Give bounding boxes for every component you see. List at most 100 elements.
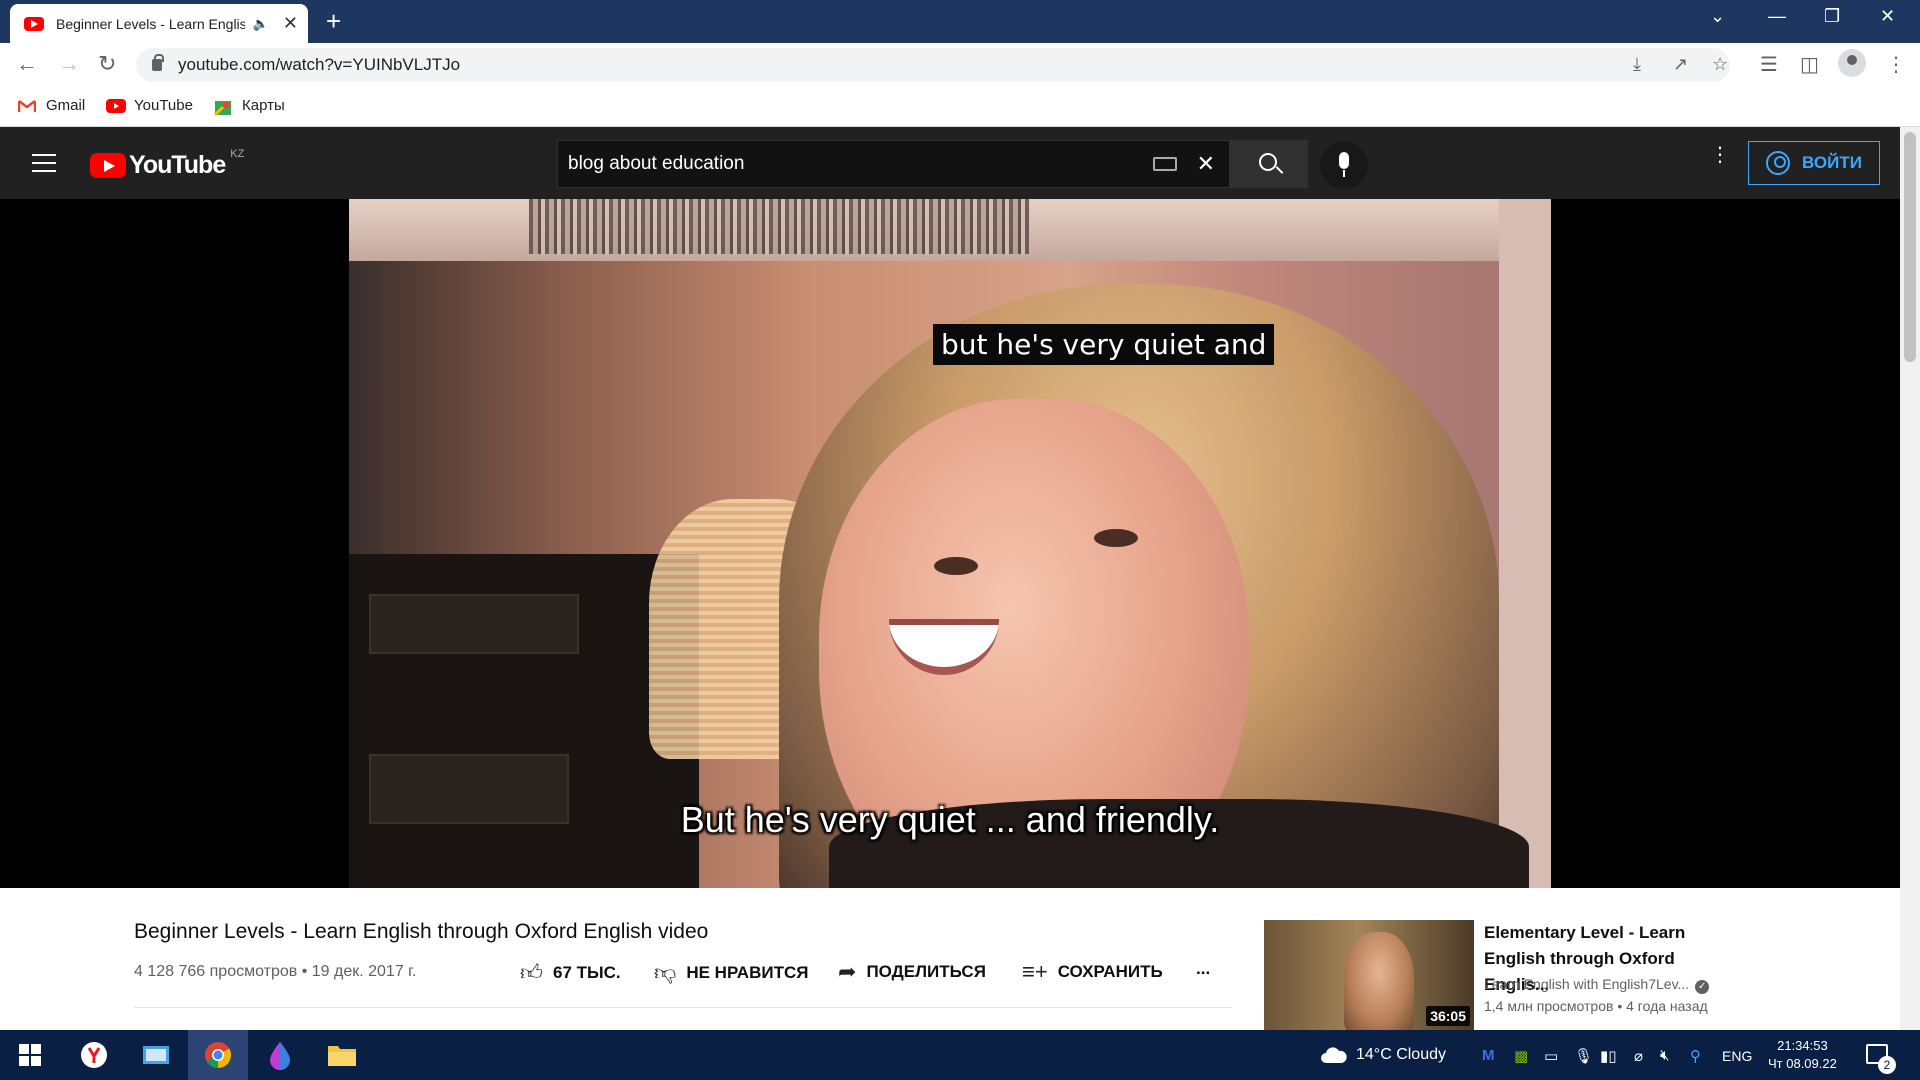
bookmark-label: Gmail [46, 97, 86, 114]
video-frame[interactable]: but he's very quiet and But he's very qu… [349, 199, 1551, 888]
bookmark-label: Карты [242, 97, 285, 114]
battery-icon[interactable]: ▮▯ [1600, 1047, 1617, 1065]
taskbar-file-explorer[interactable] [312, 1030, 372, 1080]
language-indicator[interactable]: ENG [1722, 1048, 1752, 1064]
bookmark-gmail[interactable]: Gmail [17, 97, 86, 114]
clear-search-icon[interactable]: ✕ [1197, 151, 1215, 177]
youtube-page: YouTube KZ blog about education ✕ ⋮ ВОЙТ… [0, 127, 1900, 1030]
thumbs-up-icon: 👍︎ [520, 960, 543, 985]
recommended-channel[interactable]: Learn English with English7Lev... ✓ [1484, 976, 1710, 994]
add-to-playlist-icon: ≡+ [1022, 959, 1048, 984]
media-controls-icon[interactable]: ☰ [1760, 52, 1778, 77]
folder-icon [328, 1046, 356, 1066]
more-actions-icon: ... [1196, 959, 1211, 978]
paint-drop-icon [270, 1042, 290, 1070]
restore-button[interactable]: ❐ [1824, 6, 1840, 27]
volume-muted-icon[interactable]: 🔇︎ [1660, 1047, 1669, 1064]
video-player[interactable]: but he's very quiet and But he's very qu… [0, 199, 1900, 888]
video-views-date: 4 128 766 просмотров • 19 дек. 2017 г. [134, 963, 417, 980]
save-label: СОХРАНИТЬ [1057, 962, 1163, 981]
lock-icon[interactable] [152, 54, 164, 71]
side-panel-icon[interactable]: ◫ [1800, 52, 1819, 77]
install-app-icon[interactable]: ⤓ [1633, 54, 1641, 75]
recommended-video[interactable]: 36:05 Elementary Level - Learn English t… [1264, 920, 1884, 1030]
taskbar-chrome[interactable] [188, 1030, 248, 1080]
video-scene-eye [1094, 529, 1138, 547]
close-tab-icon[interactable]: ✕ [283, 13, 298, 34]
channel-name: Learn English with English7Lev... [1484, 976, 1690, 992]
voice-search-icon[interactable] [1320, 141, 1368, 189]
browser-menu-icon[interactable]: ⋮ [1886, 52, 1906, 77]
caption-top: but he's very quiet and [933, 324, 1275, 365]
reload-icon[interactable]: ↻ [98, 51, 116, 77]
forward-icon[interactable]: → [58, 51, 80, 77]
windows-taskbar: 14°C Cloudy M ▩ ▭ 🎙︎ ▮▯ ⌀ 🔇︎ ⚲ ENG 21:34… [0, 1030, 1920, 1080]
minimize-button[interactable]: — [1768, 6, 1786, 27]
taskbar-yandex-browser[interactable] [64, 1030, 124, 1080]
sign-in-label: ВОЙТИ [1802, 153, 1862, 172]
more-actions-button[interactable]: ... [1196, 959, 1210, 979]
recommended-thumbnail[interactable]: 36:05 [1264, 920, 1474, 1030]
share-icon[interactable]: ↗ [1673, 54, 1688, 75]
audio-playing-icon[interactable]: 🔈 [253, 16, 269, 32]
app-tray-icon[interactable]: ▭ [1544, 1047, 1558, 1065]
notification-count-badge: 2 [1878, 1056, 1896, 1074]
share-button[interactable]: ➦ ПОДЕЛИТЬСЯ [838, 959, 986, 985]
new-tab-button[interactable]: + [326, 6, 341, 37]
video-scene-wall [1499, 199, 1551, 888]
close-window-button[interactable]: ✕ [1880, 6, 1895, 27]
clock-date: Чт 08.09.22 [1768, 1056, 1837, 1071]
maps-icon [213, 99, 232, 116]
control-panel-icon [143, 1046, 169, 1064]
start-button[interactable] [0, 1030, 60, 1080]
youtube-header: YouTube KZ blog about education ✕ ⋮ ВОЙТ… [0, 127, 1900, 199]
search-box[interactable]: blog about education ✕ [557, 140, 1230, 188]
page-scrollbar[interactable] [1900, 127, 1920, 1030]
logo-wordmark: YouTube [129, 151, 226, 179]
wifi-icon[interactable]: ⌀ [1634, 1047, 1643, 1065]
youtube-play-icon [90, 153, 126, 178]
like-count: 67 ТЫС. [553, 962, 621, 982]
bookmark-maps[interactable]: Карты [213, 97, 285, 116]
keyboard-icon[interactable] [1152, 157, 1177, 171]
sign-in-button[interactable]: ВОЙТИ [1748, 141, 1880, 185]
bookmark-youtube[interactable]: YouTube [106, 97, 193, 114]
malwarebytes-icon[interactable]: M [1482, 1047, 1495, 1064]
save-button[interactable]: ≡+ СОХРАНИТЬ [1022, 959, 1163, 985]
share-label: ПОДЕЛИТЬСЯ [866, 962, 986, 981]
menu-icon[interactable] [32, 154, 56, 178]
yandex-browser-icon [81, 1042, 107, 1068]
bookmarks-bar: Gmail YouTube Карты [0, 87, 1920, 127]
profile-avatar[interactable] [1838, 49, 1866, 77]
like-button[interactable]: 👍︎ 67 ТЫС. [520, 959, 621, 986]
youtube-logo[interactable]: YouTube KZ [90, 148, 244, 180]
thumbs-down-icon: 👎︎ [654, 960, 677, 985]
microphone-icon[interactable]: 🎙︎ [1574, 1047, 1593, 1065]
gmail-icon [17, 99, 37, 113]
search-input[interactable]: blog about education [568, 153, 1153, 175]
browser-tab-active[interactable]: Beginner Levels - Learn English through … [10, 4, 308, 43]
scrollbar-thumb[interactable] [1904, 132, 1916, 362]
divider [134, 1007, 1232, 1008]
taskbar-control-panel[interactable] [126, 1030, 186, 1080]
browser-titlebar: Beginner Levels - Learn English through … [0, 0, 1920, 43]
youtube-favicon-icon [24, 16, 44, 31]
bookmark-label: YouTube [134, 97, 193, 114]
back-icon[interactable]: ← [16, 51, 38, 77]
dislike-button[interactable]: 👎︎ НЕ НРАВИТСЯ [654, 959, 808, 986]
address-bar[interactable]: youtube.com/watch?v=YUINbVLJTJo [136, 48, 1730, 82]
recommended-stats: 1,4 млн просмотров • 4 года назад [1484, 998, 1708, 1014]
location-icon[interactable]: ⚲ [1690, 1047, 1701, 1065]
weather-text: 14°C Cloudy [1356, 1046, 1446, 1063]
taskbar-paint-app[interactable] [250, 1030, 310, 1080]
browser-toolbar: ← → ↻ youtube.com/watch?v=YUINbVLJTJo ⤓ … [0, 43, 1920, 87]
cloud-icon [1321, 1047, 1347, 1063]
nvidia-icon[interactable]: ▩ [1514, 1047, 1528, 1065]
weather-widget[interactable]: 14°C Cloudy [1320, 1030, 1446, 1080]
system-clock[interactable]: 21:34:53 Чт 08.09.22 [1768, 1037, 1837, 1073]
bookmark-star-icon[interactable]: ☆ [1712, 54, 1728, 75]
url-text[interactable]: youtube.com/watch?v=YUINbVLJTJo [178, 55, 460, 75]
search-button[interactable] [1230, 140, 1308, 188]
tab-search-icon[interactable]: ⌄ [1710, 6, 1725, 27]
settings-more-icon[interactable]: ⋮ [1710, 145, 1730, 165]
